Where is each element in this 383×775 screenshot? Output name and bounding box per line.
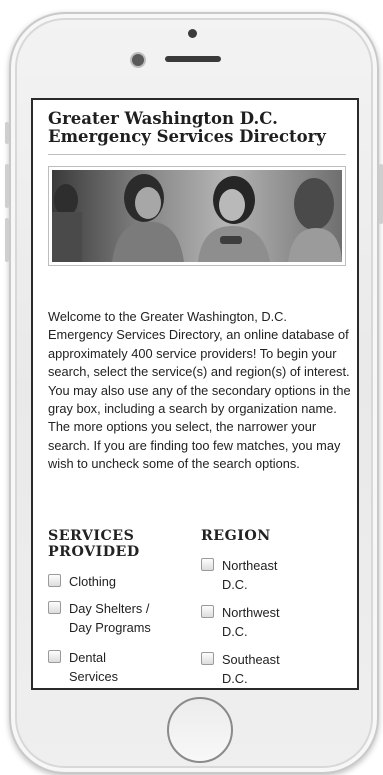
- title-divider: [48, 154, 346, 155]
- option-label: Northwest D.C.: [222, 605, 280, 639]
- service-option-day-shelters[interactable]: Day Shelters / Day Programs: [48, 599, 151, 637]
- checkbox-icon[interactable]: [48, 601, 61, 614]
- phone-screen: Greater Washington D.C. Emergency Servic…: [31, 98, 359, 690]
- region-option-southeast[interactable]: Southeast D.C.: [201, 650, 280, 688]
- home-button-icon[interactable]: [167, 697, 233, 763]
- option-label: Clothing: [69, 574, 116, 589]
- checkbox-icon[interactable]: [201, 558, 214, 571]
- page-title: Greater Washington D.C. Emergency Servic…: [48, 109, 326, 146]
- option-label: Southeast D.C.: [222, 652, 280, 686]
- hero-photo: [48, 166, 346, 266]
- region-option-northwest[interactable]: Northwest D.C.: [201, 603, 280, 641]
- checkbox-icon[interactable]: [201, 652, 214, 665]
- region-heading: REGION: [201, 528, 271, 544]
- checkbox-icon[interactable]: [48, 650, 61, 663]
- services-heading: SERVICES PROVIDED: [48, 528, 140, 560]
- checkbox-icon[interactable]: [201, 605, 214, 618]
- volume-up-button: [5, 164, 9, 208]
- services-heading-line1: SERVICES: [48, 528, 135, 544]
- service-option-dental[interactable]: Dental Services: [48, 648, 118, 686]
- proximity-sensor-icon: [188, 29, 197, 38]
- speaker-icon: [165, 56, 221, 62]
- checkbox-icon[interactable]: [48, 574, 61, 587]
- mute-switch: [5, 122, 9, 144]
- option-label: Day Shelters / Day Programs: [69, 601, 151, 635]
- camera-icon: [130, 52, 146, 68]
- option-label: Dental Services: [69, 650, 119, 684]
- option-label: Northeast D.C.: [222, 558, 278, 592]
- service-option-clothing[interactable]: Clothing: [48, 572, 116, 591]
- intro-text: Welcome to the Greater Washington, D.C. …: [48, 309, 351, 472]
- hero-photo-image: [52, 170, 342, 262]
- volume-down-button: [5, 218, 9, 262]
- region-option-northeast[interactable]: Northeast D.C.: [201, 556, 277, 594]
- services-heading-line2: PROVIDED: [48, 543, 140, 560]
- power-button: [379, 164, 383, 224]
